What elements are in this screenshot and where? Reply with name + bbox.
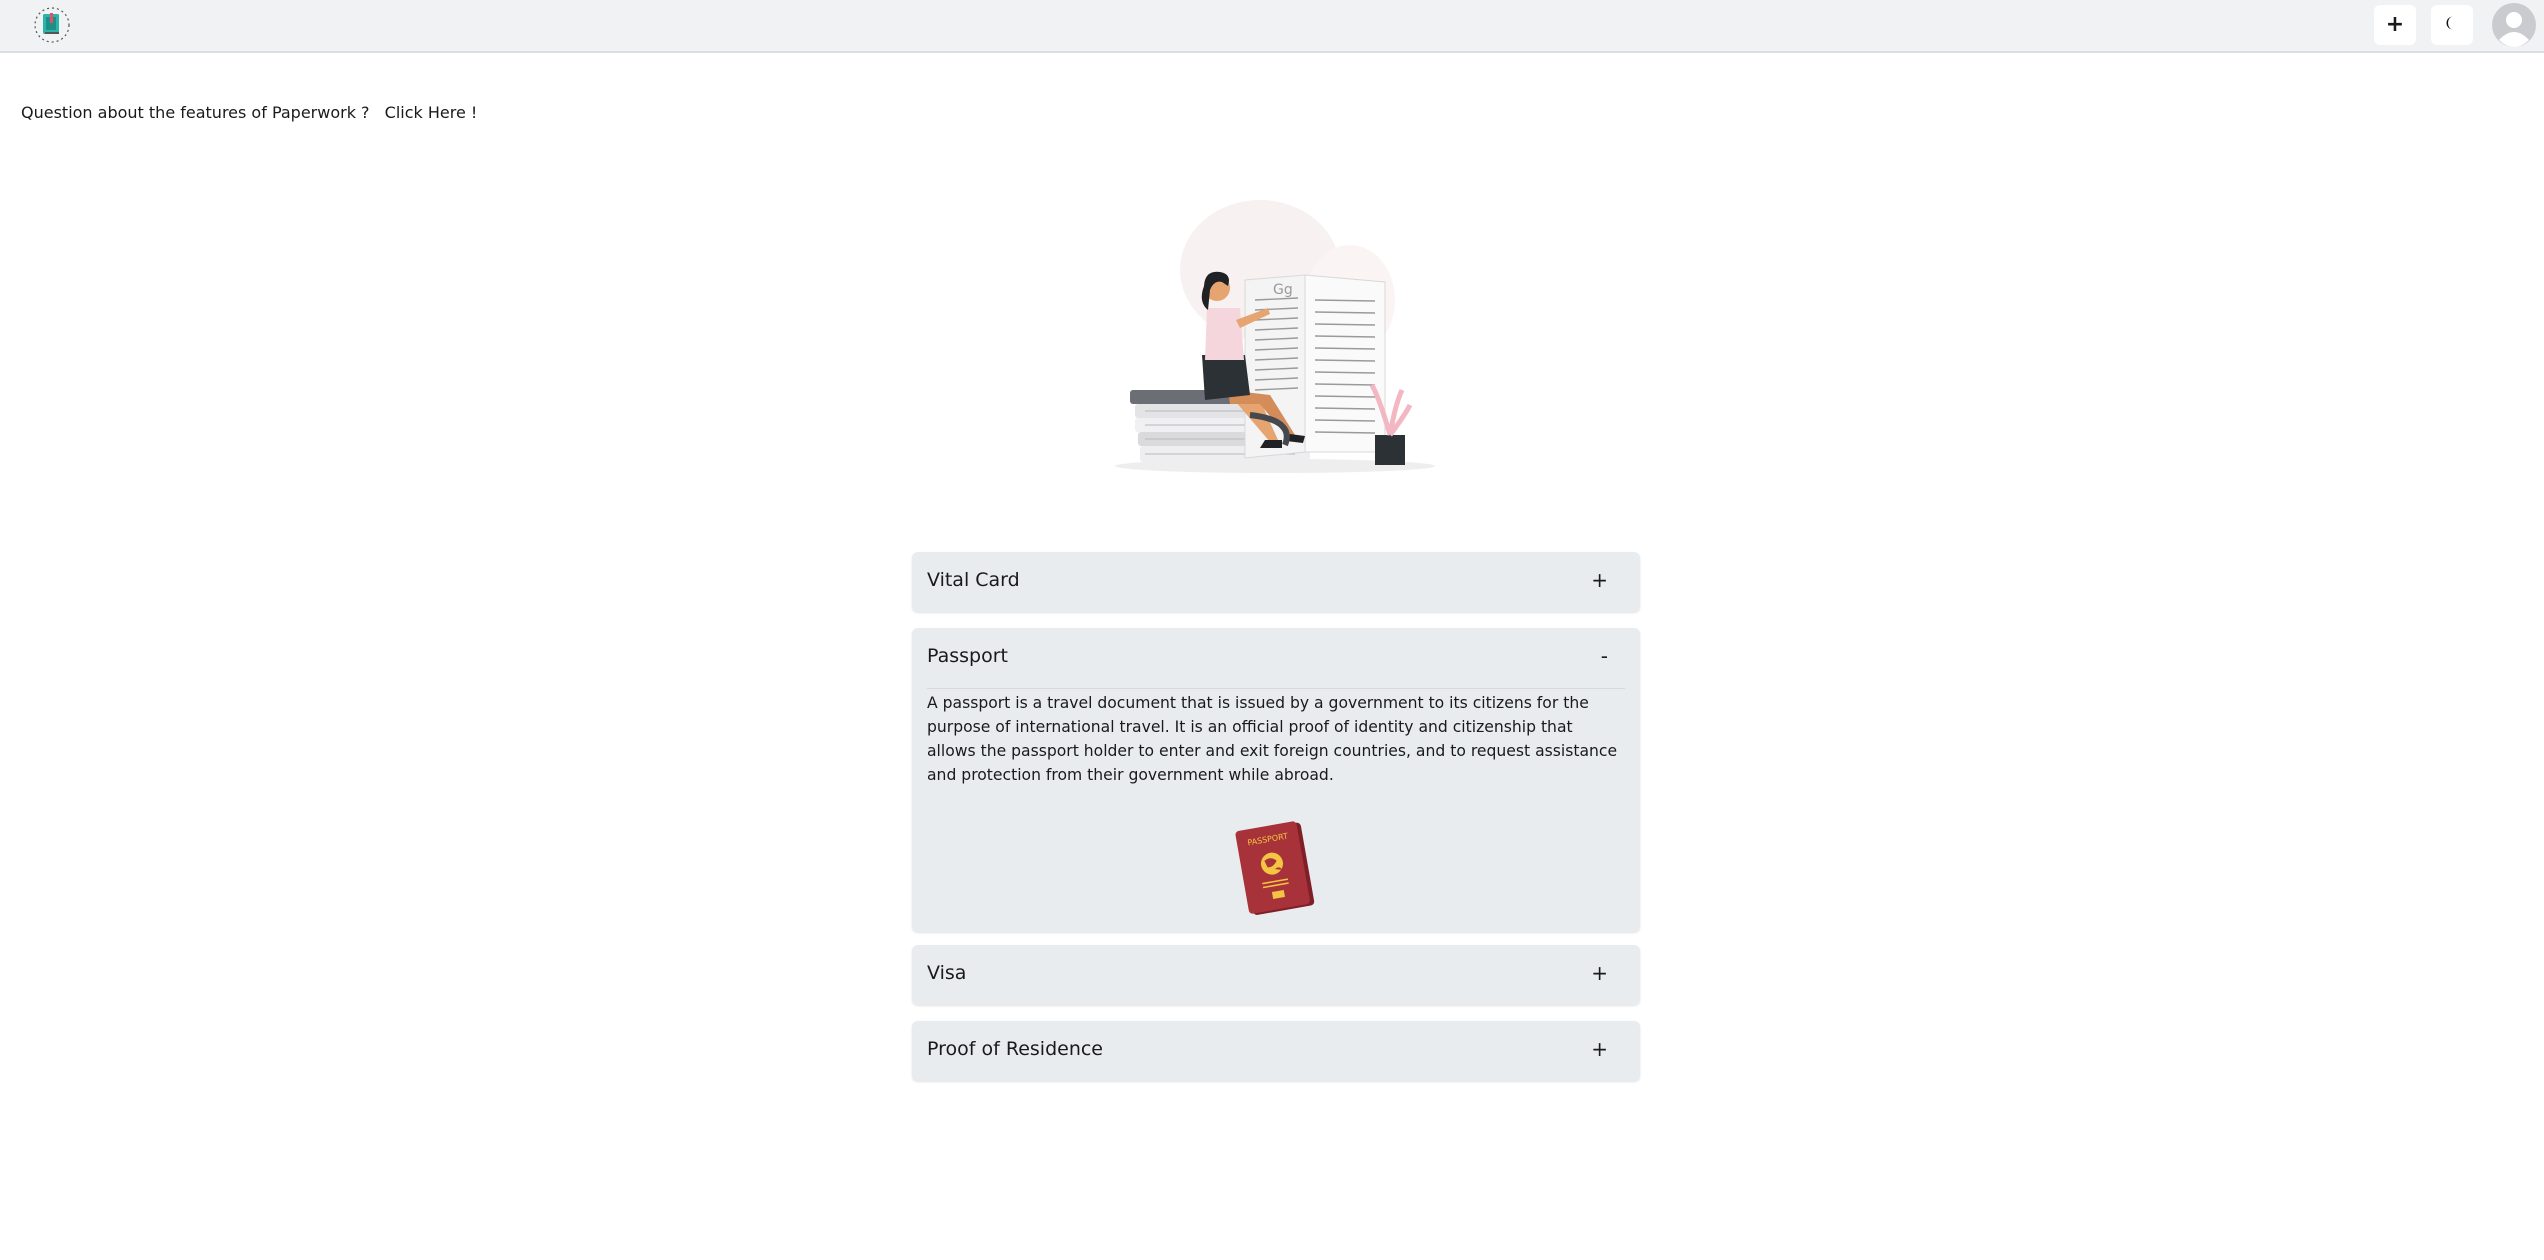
passport-description: A passport is a travel document that is …	[927, 694, 1618, 784]
accordion-body-passport: A passport is a travel document that is …	[912, 689, 1640, 919]
plus-icon: +	[2385, 12, 2405, 37]
accordion-item-proof-of-residence: Proof of Residence +	[912, 1021, 1640, 1081]
accordion-title: Vital Card	[927, 569, 1020, 591]
features-question: Question about the features of Paperwork…	[21, 103, 477, 122]
accordion-header-visa[interactable]: Visa +	[912, 945, 1640, 1005]
accordion-title: Passport	[927, 645, 1008, 667]
add-button[interactable]: +	[2374, 5, 2416, 45]
plus-icon[interactable]: +	[1591, 961, 1608, 985]
accordion-item-passport: Passport - A passport is a travel docume…	[912, 628, 1640, 932]
minus-icon[interactable]: -	[1601, 644, 1608, 668]
accordion-title: Proof of Residence	[927, 1038, 1103, 1060]
plus-icon[interactable]: +	[1591, 568, 1608, 592]
click-here-link[interactable]: Click Here !	[385, 103, 478, 122]
accordion-title: Visa	[927, 962, 967, 984]
moon-icon	[2444, 15, 2460, 35]
paperwork-logo-icon[interactable]	[32, 5, 72, 45]
theme-toggle-button[interactable]	[2431, 5, 2473, 45]
question-text: Question about the features of Paperwork…	[21, 103, 370, 122]
accordion-header-vital-card[interactable]: Vital Card +	[912, 552, 1640, 612]
woman-reading-book-illustration: Gg	[1110, 190, 1440, 490]
passport-book-icon: PASSPORT	[1228, 819, 1324, 919]
user-avatar-icon[interactable]	[2491, 2, 2537, 48]
svg-text:Gg: Gg	[1273, 282, 1293, 298]
plus-icon[interactable]: +	[1591, 1037, 1608, 1061]
top-navbar: +	[0, 0, 2544, 53]
accordion-item-visa: Visa +	[912, 945, 1640, 1005]
accordion-header-passport[interactable]: Passport -	[912, 628, 1640, 688]
accordion-header-proof-of-residence[interactable]: Proof of Residence +	[912, 1021, 1640, 1081]
accordion-item-vital-card: Vital Card +	[912, 552, 1640, 612]
